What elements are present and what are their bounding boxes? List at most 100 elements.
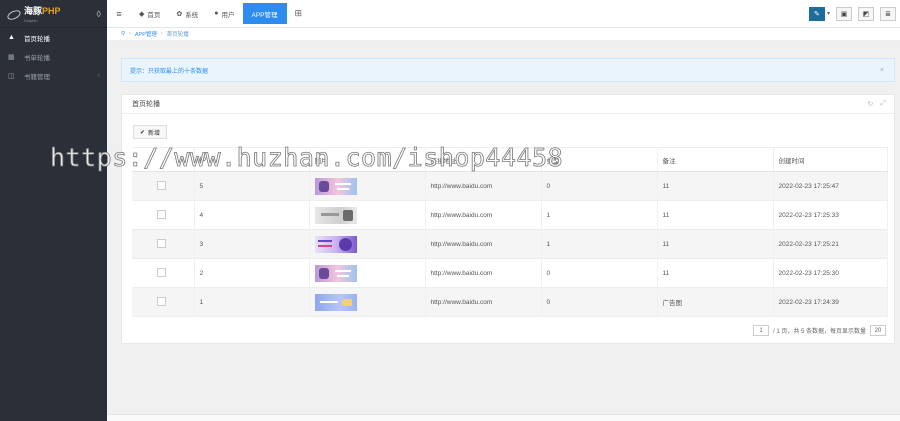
cell-id: 3 — [194, 229, 310, 259]
cell-note: 11 — [657, 171, 774, 201]
cell-created: 2022-02-23 17:25:47 — [773, 171, 888, 201]
grid-apps-icon[interactable]: ⊞ — [287, 0, 311, 27]
cell-type: 1 — [541, 200, 658, 230]
trash-icon[interactable]: ▣ — [836, 6, 852, 21]
add-button-label: 新增 — [148, 130, 161, 137]
top-right-tools: ✎ ▾ ▣ ◩ ≣ — [808, 0, 900, 27]
breadcrumb-parent[interactable]: APP管理 — [135, 30, 157, 38]
col-type: 类型 — [541, 147, 658, 172]
sidebar-item-label: 书籍管理 — [24, 73, 50, 81]
logo-sub: Dolphin — [24, 18, 38, 23]
sidebar-item-label: 书单轮播 — [24, 54, 50, 62]
row-checkbox[interactable] — [157, 180, 166, 190]
banner-thumbnail[interactable] — [314, 177, 357, 195]
logo[interactable]: 海豚PHP Dolphin — [24, 4, 61, 23]
table-row: 3 http://www.baidu.com 1 11 2022-02-23 1… — [132, 229, 888, 259]
table-row: 1 http://www.baidu.com 0 广告图 2022-02-23 … — [132, 287, 888, 317]
pagination: 1 / 1 页，共 5 条数据，每页显示数量 20 — [752, 325, 886, 336]
cell-link: http://www.baidu.com — [425, 258, 542, 288]
cell-created: 2022-02-23 17:25:21 — [773, 229, 888, 259]
cell-id: 5 — [194, 171, 310, 201]
cell-note: 11 — [657, 258, 774, 288]
banner-thumbnail[interactable] — [314, 235, 357, 253]
close-icon[interactable]: × — [880, 67, 884, 74]
sidebar-item-booklist-carousel[interactable]: ▦ 书单轮播 — [0, 47, 107, 66]
tab-home[interactable]: ◆ 首页 — [131, 0, 168, 27]
gear-icon: ✿ — [176, 10, 183, 18]
row-checkbox[interactable] — [157, 209, 166, 219]
sidebar-item-book-management[interactable]: ◫ 书籍管理 ‹ — [0, 66, 107, 85]
chevron-left-icon: ‹ — [97, 72, 100, 79]
tab-user[interactable]: ● 用户 — [206, 0, 242, 27]
cell-type: 0 — [541, 171, 658, 201]
carousel-panel: 首页轮播 ↻ ⤢ ✔ 新增 ID 图片 链接地址 类型 备注 创建时间 5 ht… — [121, 94, 895, 344]
banner-thumbnail[interactable] — [314, 264, 357, 282]
per-page-input[interactable]: 20 — [870, 325, 886, 336]
row-checkbox[interactable] — [157, 296, 166, 306]
table-header-row: ID 图片 链接地址 类型 备注 创建时间 — [132, 147, 888, 172]
add-button[interactable]: ✔ 新增 — [133, 125, 168, 139]
edit-icon[interactable]: ◩ — [858, 6, 874, 21]
table-row: 5 http://www.baidu.com 0 11 2022-02-23 1… — [132, 171, 888, 201]
breadcrumb-separator: › — [160, 31, 163, 37]
logo-brand-cn: 海豚 — [24, 6, 43, 16]
footer — [107, 414, 900, 421]
col-checkbox — [132, 147, 195, 172]
panel-title: 首页轮播 — [132, 101, 160, 108]
table-row: 4 http://www.baidu.com 1 11 2022-02-23 1… — [132, 200, 888, 230]
refresh-icon[interactable]: ↻ — [868, 100, 874, 108]
col-link: 链接地址 — [425, 147, 542, 172]
cell-created: 2022-02-23 17:24:39 — [773, 287, 888, 317]
home-icon: ◆ — [139, 10, 145, 18]
col-image: 图片 — [309, 147, 426, 172]
row-checkbox[interactable] — [157, 238, 166, 248]
cell-note: 广告图 — [657, 287, 774, 317]
page-input[interactable]: 1 — [752, 325, 769, 336]
sidebar-item-label: 首页轮播 — [24, 35, 50, 43]
logo-brand-en: PHP — [42, 6, 61, 16]
droplet-toggle-icon[interactable]: ◊ — [97, 9, 101, 19]
alert-text: 提示：只获取最上的十条数据 — [130, 68, 209, 75]
breadcrumb: ⚲ › APP管理 › 首页轮播 — [107, 28, 900, 41]
cell-link: http://www.baidu.com — [425, 287, 542, 317]
sidebar-item-home-carousel[interactable]: ▲ 首页轮播 — [0, 28, 107, 47]
box-icon: ◫ — [8, 72, 15, 80]
cell-link: http://www.baidu.com — [425, 200, 542, 230]
banner-thumbnail[interactable] — [314, 206, 357, 224]
pen-icon[interactable]: ✎ — [808, 6, 825, 21]
location-icon[interactable]: ⚲ — [121, 31, 125, 37]
logo-bar: 海豚PHP Dolphin ◊ — [0, 0, 107, 28]
col-created: 创建时间 — [773, 147, 888, 172]
tab-label: 系统 — [185, 11, 199, 19]
col-note: 备注 — [657, 147, 774, 172]
caret-down-icon[interactable]: ▾ — [827, 10, 830, 17]
cell-id: 4 — [194, 200, 310, 230]
tab-system[interactable]: ✿ 系统 — [168, 0, 206, 27]
list-icon[interactable]: ≣ — [880, 6, 896, 21]
cell-note: 11 — [657, 229, 774, 259]
top-bar: ≡ ◆ 首页 ✿ 系统 ● 用户 APP管理 ⊞ ✎ ▾ ▣ ◩ ≣ — [107, 0, 900, 28]
cell-created: 2022-02-23 17:25:33 — [773, 200, 888, 230]
cell-type: 0 — [541, 287, 658, 317]
tab-label: 首页 — [147, 11, 161, 19]
tab-label: APP管理 — [251, 11, 278, 19]
grid-icon: ▦ — [8, 53, 15, 61]
cell-link: http://www.baidu.com — [425, 229, 542, 259]
info-alert: 提示：只获取最上的十条数据 × — [121, 58, 895, 82]
user-icon: ▲ — [8, 34, 15, 41]
person-icon: ● — [214, 10, 219, 17]
menu-icon[interactable]: ≡ — [107, 0, 131, 27]
dolphin-logo-icon — [6, 7, 20, 21]
breadcrumb-current: 首页轮播 — [166, 32, 189, 38]
row-checkbox[interactable] — [157, 267, 166, 277]
fullscreen-icon[interactable]: ⤢ — [880, 100, 886, 108]
table-row: 2 http://www.baidu.com 0 11 2022-02-23 1… — [132, 258, 888, 288]
cell-id: 2 — [194, 258, 310, 288]
col-id: ID — [194, 147, 310, 172]
banner-thumbnail[interactable] — [314, 293, 357, 311]
breadcrumb-separator: › — [129, 31, 131, 37]
check-icon: ✔ — [140, 129, 146, 136]
tab-app-management[interactable]: APP管理 — [242, 3, 287, 24]
page-summary: / 1 页，共 5 条数据，每页显示数量 — [772, 329, 866, 335]
cell-created: 2022-02-23 17:25:30 — [773, 258, 888, 288]
